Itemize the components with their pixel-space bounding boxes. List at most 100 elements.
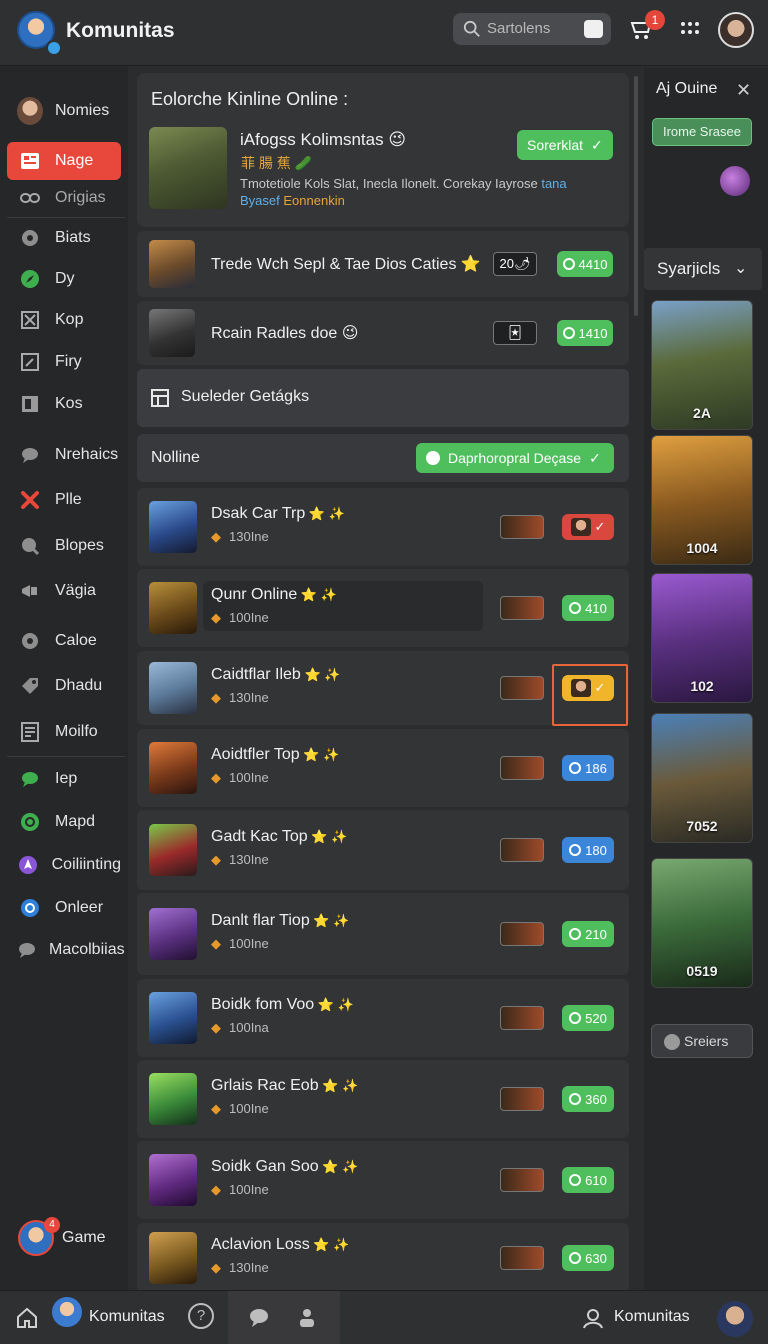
filter-icon (426, 451, 440, 465)
sidebar-item-mapd[interactable]: Mapd (7, 803, 121, 841)
close-icon[interactable]: ✕ (736, 80, 751, 101)
game-card[interactable]: 7052 (651, 713, 753, 843)
game-thumbnail (149, 824, 197, 876)
online-filter-button[interactable]: Daprhoropral Deçase ✓ (416, 443, 614, 473)
game-title: Boidk fom Voo ⭐ ✨ (211, 996, 354, 1013)
featured-game-thumbnail[interactable] (149, 127, 227, 209)
sidebar-item-caloe[interactable]: Caloe (7, 622, 121, 660)
sidebar-item-blopes[interactable]: Blopes (7, 527, 121, 565)
game-mini-badge (500, 1087, 544, 1111)
sidebar-item-coiliinting[interactable]: Coiliinting (7, 846, 121, 884)
players-count-pill[interactable]: ✓ (562, 514, 614, 540)
game-row[interactable]: Gadt Kac Top ⭐ ✨ ◆ 130Ine 180 (137, 810, 629, 890)
game-row[interactable]: Qunr Online ⭐ ✨ ◆ 100Ine 410 (137, 569, 629, 647)
apps-grid-icon[interactable] (680, 19, 700, 39)
home-icon[interactable] (16, 1307, 38, 1329)
featured-action-button[interactable]: Sorerklat ✓ (517, 130, 613, 160)
group-icon[interactable] (296, 1307, 318, 1329)
game-row[interactable]: Aoidtfler Top ⭐ ✨ ◆ 100Ine 186 (137, 729, 629, 807)
game-player-count: ◆ 100Ine (211, 610, 269, 625)
sidebar-item-nrehaics[interactable]: Nrehaics (7, 436, 121, 474)
game-row[interactable]: Danlt flar Tiop ⭐ ✨ ◆ 100Ine 210 (137, 893, 629, 975)
players-count-pill[interactable]: 180 (562, 837, 614, 863)
book-icon (17, 393, 43, 415)
players-count-pill[interactable]: 210 (562, 921, 614, 947)
game-title: Gadt Kac Top ⭐ ✨ (211, 828, 348, 845)
players-count-pill[interactable]: 360 (562, 1086, 614, 1112)
sidebar-item-kop[interactable]: Kop (7, 301, 121, 339)
sidebar-item-nomies[interactable]: Nomies (7, 92, 121, 130)
players-count-pill[interactable]: 410 (562, 595, 614, 621)
sidebar-item-moilfo[interactable]: Moilfo (7, 713, 121, 751)
game-row[interactable]: Boidk fom Voo ⭐ ✨ ◆ 100Ina 520 (137, 979, 629, 1057)
bottom-bar-label[interactable]: Komunitas (89, 1308, 165, 1326)
bottom-bar-right-label[interactable]: Komunitas (614, 1308, 690, 1326)
section-header[interactable]: Sueleder Getágks (137, 369, 629, 427)
online-icon (569, 602, 582, 614)
chat-icon[interactable] (248, 1307, 270, 1329)
main-scrollbar[interactable] (634, 76, 638, 316)
star-icon: ⭐ ✨ (307, 829, 348, 844)
featured-game-description: Tmotetiole Kols Slat, Inecla Ilonelt. Co… (240, 176, 567, 208)
game-row[interactable]: Dsak Car Trp ⭐ ✨ ◆ 130Ine ✓ (137, 488, 629, 566)
player-avatar (570, 518, 591, 536)
search-input[interactable]: Sartolens (453, 13, 611, 45)
right-panel-section-header[interactable]: Syarjicls ⌄ (644, 248, 762, 290)
players-count-pill[interactable]: 630 (562, 1245, 614, 1271)
players-count-pill[interactable]: 610 (562, 1167, 614, 1193)
game-notification-badge: 4 (44, 1217, 60, 1233)
sidebar-item-iep[interactable]: Iep (7, 760, 121, 798)
sidebar-item-origias[interactable]: Origias (7, 179, 121, 217)
list-item[interactable]: Trede Wch Sepl & Tae Dios Caties ⭐ 20🌶 4… (137, 231, 629, 297)
players-count-pill[interactable]: 186 (562, 755, 614, 781)
game-row[interactable]: Soidk Gan Soo ⭐ ✨ ◆ 100Ine 610 (137, 1141, 629, 1219)
profile-avatar[interactable] (717, 1301, 753, 1337)
game-thumbnail (149, 908, 197, 960)
search-placeholder: Sartolens (487, 20, 551, 37)
right-panel: Aj Ouine ✕ Irome Srasee Syarjicls ⌄ 2A 1… (644, 68, 768, 1290)
sidebar-item-dy[interactable]: Dy (7, 260, 121, 298)
sidebar-item-macolbiias[interactable]: Macolbiias (7, 931, 125, 969)
game-row[interactable]: Grlais Rac Eob ⭐ ✨ ◆ 100Ine 360 (137, 1060, 629, 1138)
players-count-pill[interactable]: 1410 (557, 320, 613, 346)
sidebar-item-onleer[interactable]: Onleer (7, 889, 121, 927)
bottom-tab-active[interactable] (228, 1291, 340, 1344)
row-title: Rcain Radles doe 😉 (211, 325, 359, 342)
sidebar-item-kos[interactable]: Kos (7, 385, 121, 423)
players-count-pill[interactable]: 520 (562, 1005, 614, 1031)
camera-search-button[interactable] (584, 20, 603, 38)
game-card[interactable]: 102 (651, 573, 753, 703)
right-panel-footer-button[interactable]: Sreiers (651, 1024, 753, 1058)
user-icon[interactable] (582, 1307, 604, 1329)
nav-arrow-icon (17, 854, 40, 876)
game-card[interactable]: 0519 (651, 858, 753, 988)
gamepad-icon (17, 227, 43, 249)
featured-game-title[interactable]: iAfogss Kolimsntas 😉 (240, 130, 406, 150)
game-card[interactable]: 2A (651, 300, 753, 430)
game-mini-badge (500, 676, 544, 700)
community-avatar[interactable] (52, 1297, 82, 1327)
star-icon: ⭐ ✨ (297, 587, 337, 602)
community-orb-icon[interactable] (720, 166, 750, 196)
sidebar-item-biats[interactable]: Biats (7, 219, 121, 257)
game-player-count: ◆ 130Ine (211, 529, 269, 544)
game-title: Dsak Car Trp ⭐ ✨ (211, 505, 345, 522)
list-item[interactable]: Rcain Radles doe 😉 🃏 1410 (137, 301, 629, 365)
diamond-icon: ◆ (211, 770, 221, 785)
players-count-pill[interactable]: 4410 (557, 251, 613, 277)
online-header: Nolline Daprhoropral Deçase ✓ (137, 434, 629, 482)
sidebar-item-nage[interactable]: Nage (7, 142, 121, 180)
sidebar-game-profile[interactable]: 4 Game (18, 1217, 128, 1260)
sidebar-item-dhadu[interactable]: Dhadu (7, 667, 121, 705)
game-card[interactable]: 1004 (651, 435, 753, 565)
game-row[interactable]: Aclavion Loss ⭐ ✨ ◆ 130Ine 630 (137, 1223, 629, 1293)
sidebar-item-firy[interactable]: Firy (7, 343, 121, 381)
user-avatar[interactable] (718, 12, 754, 48)
sidebar-item-vagia[interactable]: Vägia (7, 572, 121, 610)
sidebar-item-plle[interactable]: Plle (7, 481, 121, 519)
right-panel-button[interactable]: Irome Srasee (652, 118, 752, 146)
app-title: Komunitas (66, 19, 175, 42)
featured-panel-title: Eolorche Kinline Online : (151, 89, 349, 109)
game-thumbnail (149, 742, 197, 794)
help-icon[interactable]: ? (188, 1303, 214, 1329)
